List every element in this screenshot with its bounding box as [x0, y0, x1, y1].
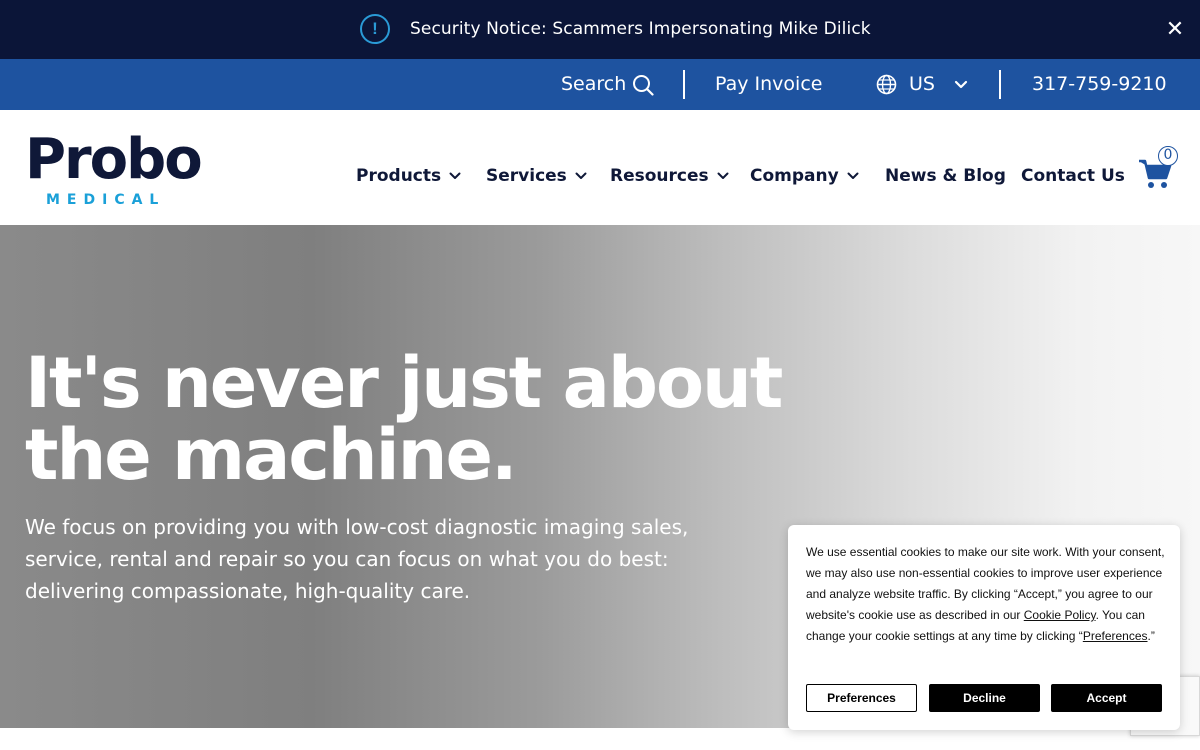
nav-label: Services	[486, 166, 567, 186]
chevron-down-icon	[717, 172, 729, 179]
chevron-down-icon	[847, 172, 859, 179]
chevron-down-icon	[449, 172, 461, 179]
description-line: We focus on providing you with low-cost …	[25, 515, 689, 539]
nav-news-blog[interactable]: News & Blog	[885, 166, 1006, 186]
nav-label: Company	[750, 166, 839, 186]
nav-label: Products	[356, 166, 442, 186]
preferences-link[interactable]: Preferences	[1083, 629, 1148, 643]
alert-icon: !	[360, 14, 390, 44]
logo-tagline: MEDICAL	[46, 192, 166, 208]
globe-icon[interactable]	[876, 74, 897, 95]
nav-resources[interactable]: Resources	[610, 166, 729, 186]
search-link[interactable]: Search	[561, 73, 626, 95]
hero-description: We focus on providing you with low-cost …	[25, 511, 725, 607]
nav-company[interactable]: Company	[750, 166, 859, 186]
chevron-down-icon	[575, 172, 587, 179]
cookie-text: .”	[1147, 629, 1155, 643]
headline-line: It's never just about	[25, 342, 783, 424]
nav-products[interactable]: Products	[356, 166, 461, 186]
preferences-button[interactable]: Preferences	[806, 684, 917, 712]
utility-bar: Search Pay Invoice US 317-759-9210	[0, 59, 1200, 110]
chevron-down-icon[interactable]	[954, 80, 968, 90]
security-notice-bar: ! Security Notice: Scammers Impersonatin…	[0, 0, 1200, 59]
cookie-consent-banner: We use essential cookies to make our sit…	[788, 525, 1180, 730]
logo-wordmark: Probo	[25, 127, 203, 192]
description-line: service, rental and repair so you can fo…	[25, 547, 669, 571]
cart-count-badge[interactable]: 0	[1158, 146, 1178, 166]
cookie-message: We use essential cookies to make our sit…	[806, 542, 1166, 647]
headline-line: the machine.	[25, 414, 518, 496]
accept-button[interactable]: Accept	[1051, 684, 1162, 712]
page-below-hero	[0, 728, 1200, 750]
security-notice-text[interactable]: Security Notice: Scammers Impersonating …	[410, 19, 871, 39]
hero-headline: It's never just about the machine.	[25, 347, 785, 491]
nav-label: Resources	[610, 166, 709, 186]
phone-link[interactable]: 317-759-9210	[1032, 73, 1167, 95]
search-icon[interactable]	[632, 74, 654, 96]
region-selector[interactable]: US	[909, 73, 935, 95]
nav-services[interactable]: Services	[486, 166, 587, 186]
main-header: Probo MEDICAL Products Services Resource…	[0, 110, 1200, 225]
cookie-policy-link[interactable]: Cookie Policy	[1024, 608, 1096, 622]
pay-invoice-link[interactable]: Pay Invoice	[715, 73, 822, 95]
description-line: delivering compassionate, high-quality c…	[25, 579, 471, 603]
decline-button[interactable]: Decline	[929, 684, 1040, 712]
divider	[683, 70, 685, 99]
nav-contact-us[interactable]: Contact Us	[1021, 166, 1125, 186]
probo-medical-logo[interactable]: Probo MEDICAL	[25, 132, 203, 209]
close-icon[interactable]: ✕	[1162, 15, 1188, 43]
divider	[999, 70, 1001, 99]
